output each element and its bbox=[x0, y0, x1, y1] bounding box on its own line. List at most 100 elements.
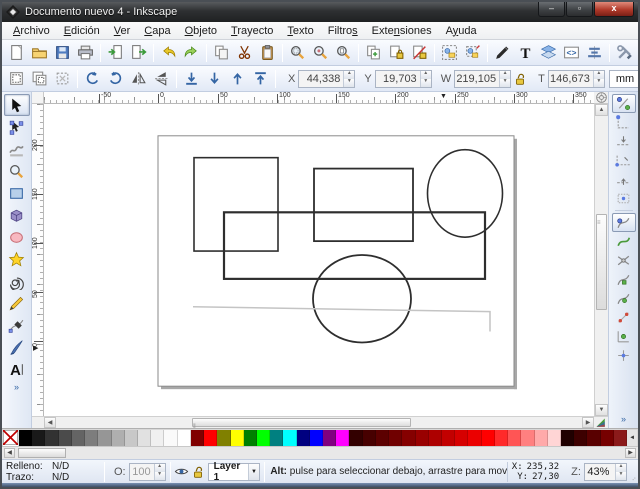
color-swatch[interactable] bbox=[32, 430, 45, 446]
canvas[interactable] bbox=[44, 104, 594, 416]
menu-ver[interactable]: Ver bbox=[107, 24, 138, 38]
drawing-area[interactable] bbox=[44, 104, 594, 416]
copy-button[interactable] bbox=[210, 42, 233, 64]
vertical-scrollbar[interactable]: ▲ ≡ ▼ bbox=[594, 104, 608, 416]
snap-bbox-edge-midpoints-button[interactable] bbox=[612, 170, 636, 189]
color-swatch[interactable] bbox=[125, 430, 138, 446]
color-swatch[interactable] bbox=[455, 430, 468, 446]
menu-trayecto[interactable]: Trayecto bbox=[224, 24, 280, 38]
color-swatch[interactable] bbox=[336, 430, 349, 446]
scroll-down-icon[interactable]: ▼ bbox=[595, 404, 608, 416]
color-swatch[interactable] bbox=[363, 430, 376, 446]
snap-bbox-edges-button[interactable] bbox=[612, 132, 636, 151]
snap-bbox-corners-button[interactable] bbox=[612, 151, 636, 170]
palette-overflow-icon[interactable]: ◄ bbox=[627, 430, 637, 446]
deselect-button[interactable] bbox=[51, 68, 74, 90]
x-spin-down-icon[interactable]: ▼ bbox=[344, 79, 354, 87]
palette-scroll-thumb[interactable] bbox=[18, 448, 66, 458]
color-swatch[interactable] bbox=[429, 430, 442, 446]
tool-calligraphy[interactable] bbox=[4, 336, 30, 358]
color-swatch[interactable] bbox=[164, 430, 177, 446]
color-swatch[interactable] bbox=[442, 430, 455, 446]
flip-horizontal-button[interactable] bbox=[127, 68, 150, 90]
snap-smooth-nodes-button[interactable] bbox=[612, 289, 636, 308]
y-field[interactable]: 19,703▲▼ bbox=[375, 70, 432, 88]
fill-stroke-dialog-button[interactable] bbox=[491, 42, 514, 64]
snap-object-centers-button[interactable] bbox=[612, 327, 636, 346]
palette-scroll-left-icon[interactable]: ◀ bbox=[4, 448, 15, 458]
xml-editor-button[interactable]: <> bbox=[560, 42, 583, 64]
color-swatch[interactable] bbox=[270, 430, 283, 446]
color-swatch[interactable] bbox=[482, 430, 495, 446]
minimize-button[interactable]: – bbox=[538, 2, 565, 17]
h-spin-down-icon[interactable]: ▼ bbox=[594, 79, 604, 87]
menu-archivo[interactable]: Archivo bbox=[6, 24, 57, 38]
print-button[interactable] bbox=[74, 42, 97, 64]
menu-texto[interactable]: Texto bbox=[280, 24, 320, 38]
snap-path-intersections-button[interactable] bbox=[612, 251, 636, 270]
color-swatch[interactable] bbox=[495, 430, 508, 446]
color-swatch[interactable] bbox=[574, 430, 587, 446]
snap-bbox-centers-button[interactable] bbox=[612, 189, 636, 208]
color-swatch[interactable] bbox=[587, 430, 600, 446]
cms-toggle-icon[interactable] bbox=[594, 92, 608, 104]
title-bar[interactable]: Documento nuevo 4 - Inkscape – ▫ x bbox=[2, 2, 638, 22]
no-color-swatch[interactable] bbox=[3, 430, 19, 446]
duplicate-button[interactable] bbox=[362, 42, 385, 64]
color-swatch[interactable] bbox=[112, 430, 125, 446]
unlink-clone-button[interactable] bbox=[408, 42, 431, 64]
vertical-ruler[interactable]: 200150100500▶ bbox=[32, 104, 44, 416]
zoom-field[interactable]: 43%▲▼ bbox=[584, 463, 627, 481]
color-swatch[interactable] bbox=[45, 430, 58, 446]
new-document-button[interactable] bbox=[5, 42, 28, 64]
paste-button[interactable] bbox=[256, 42, 279, 64]
canvas-corner-icon[interactable] bbox=[594, 416, 608, 428]
tool-box-3d[interactable] bbox=[4, 204, 30, 226]
color-swatch[interactable] bbox=[376, 430, 389, 446]
zoom-selection-button[interactable] bbox=[286, 42, 309, 64]
snap-cusp-nodes-button[interactable] bbox=[612, 270, 636, 289]
tool-text[interactable]: A bbox=[4, 358, 30, 380]
tool-star[interactable] bbox=[4, 248, 30, 270]
color-swatch[interactable] bbox=[402, 430, 415, 446]
select-all-button[interactable] bbox=[5, 68, 28, 90]
tool-bezier[interactable] bbox=[4, 314, 30, 336]
layer-select[interactable]: Layer 1 ▼ bbox=[208, 463, 261, 481]
redo-button[interactable] bbox=[180, 42, 203, 64]
restore-button[interactable]: ▫ bbox=[566, 2, 593, 17]
zoom-spin-down-icon[interactable]: ▼ bbox=[616, 472, 626, 480]
tool-ellipse[interactable] bbox=[4, 226, 30, 248]
resize-grip[interactable]: ⡠ bbox=[630, 473, 638, 483]
color-swatch[interactable] bbox=[72, 430, 85, 446]
zoom-page-button[interactable] bbox=[332, 42, 355, 64]
color-swatch[interactable] bbox=[19, 430, 32, 446]
flip-vertical-button[interactable] bbox=[150, 68, 173, 90]
color-swatch[interactable] bbox=[389, 430, 402, 446]
fill-value[interactable]: N/D bbox=[52, 461, 69, 472]
palette-scrollbar[interactable]: ◀ ▶ bbox=[2, 446, 638, 459]
y-spin-down-icon[interactable]: ▼ bbox=[421, 79, 431, 87]
color-swatch[interactable] bbox=[310, 430, 323, 446]
cut-button[interactable] bbox=[233, 42, 256, 64]
close-button[interactable]: x bbox=[594, 2, 634, 17]
color-swatch[interactable] bbox=[191, 430, 204, 446]
color-swatch[interactable] bbox=[561, 430, 574, 446]
opacity-spin-down-icon[interactable]: ▼ bbox=[155, 472, 165, 480]
import-button[interactable] bbox=[104, 42, 127, 64]
toolbox-overflow-chevron[interactable]: » bbox=[14, 382, 19, 392]
menu-edición[interactable]: Edición bbox=[57, 24, 107, 38]
scroll-up-icon[interactable]: ▲ bbox=[595, 104, 608, 116]
select-all-layers-button[interactable] bbox=[28, 68, 51, 90]
tool-tweak[interactable] bbox=[4, 138, 30, 160]
color-swatch[interactable] bbox=[98, 430, 111, 446]
snapbar-overflow-chevron[interactable]: » bbox=[621, 414, 626, 424]
document-properties-button[interactable] bbox=[636, 42, 640, 64]
enable-snapping-button[interactable] bbox=[612, 94, 636, 113]
group-button[interactable] bbox=[438, 42, 461, 64]
color-swatch[interactable] bbox=[217, 430, 230, 446]
layer-visibility-eye-icon[interactable] bbox=[174, 463, 189, 480]
raise-button[interactable] bbox=[226, 68, 249, 90]
stroke-value[interactable]: N/D bbox=[52, 472, 69, 483]
raise-to-top-button[interactable] bbox=[249, 68, 272, 90]
color-swatch[interactable] bbox=[535, 430, 548, 446]
